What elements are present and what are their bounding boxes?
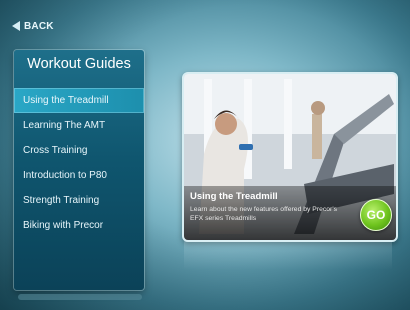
menu-item-introduction-to-p80[interactable]: Introduction to P80 (14, 163, 144, 188)
panel-title: Workout Guides (27, 56, 131, 72)
menu-item-biking-with-precor[interactable]: Biking with Precor (14, 213, 144, 238)
back-label: BACK (24, 20, 54, 32)
menu-item-cross-training[interactable]: Cross Training (14, 138, 144, 163)
card-reflection (184, 240, 392, 270)
guide-menu: Using the Treadmill Learning The AMT Cro… (14, 88, 144, 238)
menu-item-learning-the-amt[interactable]: Learning The AMT (14, 113, 144, 138)
workout-guides-panel: Workout Guides Using the Treadmill Learn… (14, 50, 144, 290)
feature-title: Using the Treadmill (190, 191, 278, 202)
back-arrow-icon (12, 21, 20, 31)
menu-item-strength-training[interactable]: Strength Training (14, 188, 144, 213)
go-button[interactable]: GO (360, 199, 392, 231)
featured-guide-card[interactable]: Using the Treadmill Learn about the new … (182, 72, 398, 242)
panel-scroll-bar (18, 294, 142, 300)
feature-description: Learn about the new features offered by … (190, 206, 338, 222)
back-button[interactable]: BACK (12, 18, 54, 34)
menu-item-using-the-treadmill[interactable]: Using the Treadmill (14, 88, 144, 113)
